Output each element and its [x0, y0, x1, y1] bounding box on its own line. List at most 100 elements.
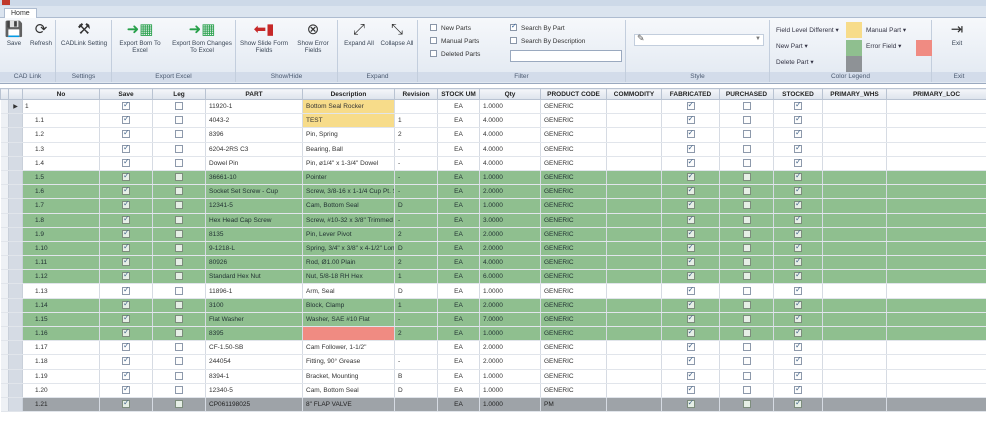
table-row[interactable]: 1.14 3100Block, Clamp1EA2.0000GENERIC — [0, 298, 986, 313]
table-row[interactable]: 1.10 9-1218-LSpring, 3/4" x 3/8" x 4-1/2"… — [0, 241, 986, 257]
cell-fabricated[interactable] — [661, 397, 720, 413]
stocked-checkbox[interactable] — [794, 185, 802, 196]
cell-stocked[interactable] — [773, 241, 823, 257]
search-by-description-filter[interactable]: Search By Description — [510, 37, 585, 45]
cell-fabricated[interactable] — [661, 255, 720, 271]
row-selector[interactable] — [8, 397, 23, 413]
cell-save[interactable] — [99, 340, 153, 356]
save-checkbox[interactable] — [122, 270, 130, 281]
fabricated-checkbox[interactable] — [686, 199, 695, 210]
cell-leg[interactable] — [152, 312, 206, 328]
leg-checkbox[interactable] — [175, 201, 183, 210]
row-selector[interactable] — [8, 127, 23, 143]
search-by-part-checkbox[interactable] — [510, 22, 517, 31]
save-checkbox[interactable] — [122, 313, 130, 323]
table-row[interactable]: 1.4 Dowel PinPin, ø1/4" x 1-3/4" Dowel-EA… — [0, 156, 986, 171]
row-selector[interactable] — [8, 383, 23, 398]
leg-checkbox[interactable] — [175, 116, 183, 125]
row-selector[interactable] — [8, 312, 23, 328]
row-selector[interactable] — [8, 170, 23, 186]
leg-checkbox[interactable] — [175, 357, 183, 366]
save-checkbox[interactable] — [122, 398, 130, 409]
column-header-save[interactable]: Save — [99, 88, 153, 100]
cell-purchased[interactable] — [719, 184, 774, 200]
save-checkbox[interactable] — [122, 228, 130, 238]
column-header-stocked[interactable]: STOCKED — [773, 88, 823, 100]
cell-leg[interactable] — [152, 397, 206, 413]
refresh-button[interactable]: ⟳ Refresh — [27, 22, 55, 48]
cell-fabricated[interactable] — [661, 113, 720, 129]
stocked-checkbox[interactable] — [794, 171, 802, 182]
leg-checkbox[interactable] — [175, 329, 183, 338]
cell-purchased[interactable] — [719, 397, 774, 413]
export-bom-button[interactable]: ➜▦ Export Bom To Excel — [114, 22, 166, 55]
row-selector[interactable] — [8, 255, 23, 271]
style-combo[interactable]: ✎ ▼ — [634, 33, 764, 46]
fabricated-checkbox[interactable] — [686, 341, 695, 352]
cell-purchased[interactable] — [719, 283, 774, 299]
cell-save[interactable] — [99, 255, 153, 271]
export-bom-changes-button[interactable]: ➜▦ Export Bom Changes To Excel — [170, 22, 234, 55]
cell-stocked[interactable] — [773, 312, 823, 328]
cell-purchased[interactable] — [719, 198, 774, 214]
legend-field-level-different[interactable]: Field Level Different ▾ — [776, 26, 839, 34]
cell-purchased[interactable] — [719, 156, 774, 171]
fabricated-checkbox[interactable] — [686, 256, 695, 267]
fabricated-checkbox[interactable] — [686, 285, 695, 295]
cell-leg[interactable] — [152, 170, 206, 186]
stocked-checkbox[interactable] — [794, 214, 802, 224]
cell-purchased[interactable] — [719, 354, 774, 370]
purchased-checkbox[interactable] — [742, 300, 751, 309]
cell-leg[interactable] — [152, 298, 206, 313]
stocked-checkbox[interactable] — [794, 114, 802, 125]
stocked-checkbox[interactable] — [794, 100, 802, 111]
fabricated-checkbox[interactable] — [686, 128, 695, 139]
cell-save[interactable] — [99, 99, 153, 115]
purchased-checkbox[interactable] — [742, 357, 751, 366]
leg-checkbox[interactable] — [175, 102, 183, 111]
cell-purchased[interactable] — [719, 298, 774, 313]
save-checkbox[interactable] — [122, 256, 130, 267]
cell-stocked[interactable] — [773, 354, 823, 370]
leg-checkbox[interactable] — [175, 343, 183, 352]
leg-checkbox[interactable] — [175, 243, 183, 252]
cell-leg[interactable] — [152, 255, 206, 271]
stocked-checkbox[interactable] — [794, 143, 802, 153]
save-checkbox[interactable] — [122, 341, 130, 352]
cell-stocked[interactable] — [773, 269, 823, 285]
cell-stocked[interactable] — [773, 99, 823, 115]
table-row[interactable]: 1.20 12340-5Cam, Bottom SealDEA1.0000GENE… — [0, 383, 986, 398]
save-checkbox[interactable] — [122, 100, 130, 111]
fabricated-checkbox[interactable] — [686, 143, 695, 153]
legend-delete-part[interactable]: Delete Part ▾ — [776, 58, 814, 66]
cell-leg[interactable] — [152, 227, 206, 242]
leg-checkbox[interactable] — [175, 371, 183, 380]
cell-fabricated[interactable] — [661, 142, 720, 157]
fabricated-checkbox[interactable] — [686, 299, 695, 309]
cell-stocked[interactable] — [773, 383, 823, 398]
save-button[interactable]: 💾 Save — [3, 22, 25, 48]
leg-checkbox[interactable] — [175, 187, 183, 196]
row-selector[interactable] — [8, 241, 23, 257]
row-selector[interactable] — [8, 340, 23, 356]
save-checkbox[interactable] — [122, 114, 130, 125]
cell-fabricated[interactable] — [661, 156, 720, 171]
row-selector[interactable] — [8, 298, 23, 313]
stocked-checkbox[interactable] — [794, 299, 802, 309]
column-header-primary-whs[interactable]: PRIMARY_WHS — [822, 88, 887, 100]
fabricated-checkbox[interactable] — [686, 171, 695, 182]
save-checkbox[interactable] — [122, 214, 130, 224]
stocked-checkbox[interactable] — [794, 341, 802, 352]
legend-error-field[interactable]: Error Field ▾ — [866, 42, 901, 50]
row-selector[interactable] — [8, 369, 23, 384]
cell-leg[interactable] — [152, 369, 206, 384]
cell-save[interactable] — [99, 198, 153, 214]
row-selector[interactable] — [8, 269, 23, 285]
cell-save[interactable] — [99, 227, 153, 242]
row-selector[interactable] — [8, 326, 23, 342]
cell-save[interactable] — [99, 113, 153, 129]
purchased-checkbox[interactable] — [742, 130, 751, 139]
cell-fabricated[interactable] — [661, 213, 720, 228]
cell-stocked[interactable] — [773, 213, 823, 228]
cell-fabricated[interactable] — [661, 383, 720, 398]
